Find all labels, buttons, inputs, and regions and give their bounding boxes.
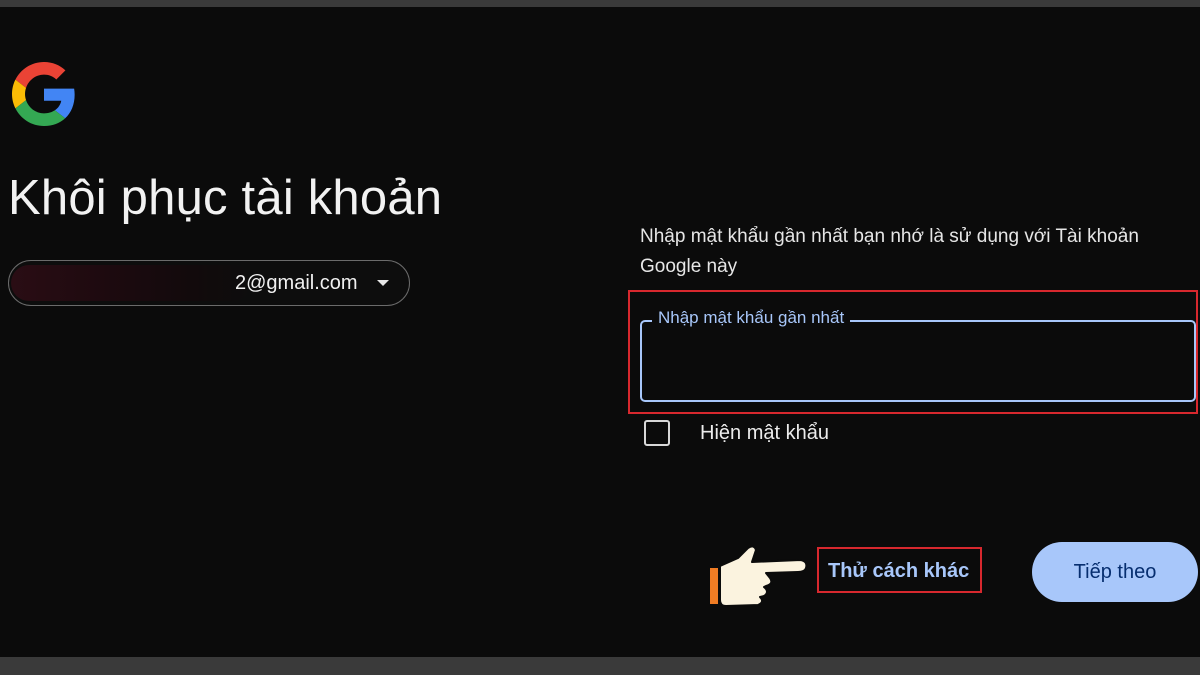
next-button[interactable]: Tiếp theo (1032, 542, 1198, 602)
pointing-hand-icon (710, 545, 808, 607)
show-password-label: Hiện mật khẩu (700, 422, 829, 444)
account-email: 2@gmail.com (235, 272, 358, 294)
google-logo-icon (12, 62, 75, 126)
account-chip[interactable]: 2@gmail.com (8, 260, 410, 306)
page-title: Khôi phục tài khoản (8, 171, 443, 225)
password-input[interactable] (640, 320, 1196, 402)
show-password-checkbox[interactable] (644, 420, 670, 446)
instruction-text: Nhập mật khẩu gần nhất bạn nhớ là sử dụn… (640, 226, 1139, 277)
try-another-way-link[interactable]: Thử cách khác (828, 560, 969, 583)
password-field-label: Nhập mật khẩu gần nhất (652, 308, 851, 328)
caret-down-icon (377, 280, 389, 286)
redacted-account-name (11, 265, 251, 301)
